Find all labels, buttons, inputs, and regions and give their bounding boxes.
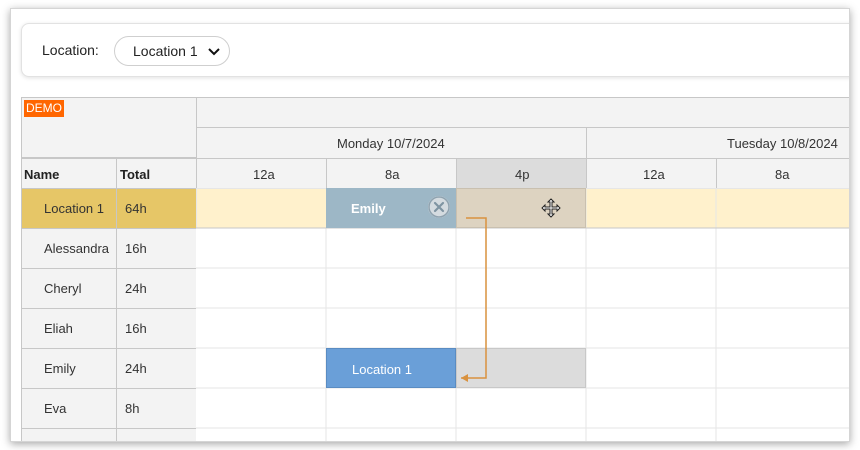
hour-header: 4p bbox=[456, 158, 586, 188]
row-header-name[interactable]: Emily bbox=[21, 348, 116, 388]
hour-header: 8a bbox=[326, 158, 456, 188]
hour-label: 8a bbox=[385, 167, 400, 182]
row-header-name[interactable]: Eva bbox=[21, 388, 116, 428]
day-header: Tuesday 10/8/2024 bbox=[586, 127, 849, 158]
row-header-total: 64h bbox=[116, 188, 196, 228]
drag-shadow-bottom[interactable] bbox=[456, 348, 586, 388]
hour-header: 12a bbox=[196, 158, 326, 188]
hour-label: 4p bbox=[515, 167, 530, 182]
day-label: Monday 10/7/2024 bbox=[337, 136, 445, 151]
event-title: Emily bbox=[351, 201, 386, 216]
move-icon[interactable] bbox=[540, 197, 562, 219]
row-header-name[interactable]: Alessandra bbox=[21, 228, 116, 268]
row-name: Emily bbox=[44, 361, 76, 376]
hour-label: 12a bbox=[643, 167, 665, 182]
location-select-value: Location 1 bbox=[133, 43, 198, 59]
day-label: Tuesday 10/8/2024 bbox=[727, 136, 838, 151]
row-header-total bbox=[116, 428, 196, 441]
row-name: Eva bbox=[44, 401, 67, 416]
scheduler: DEMO Monday 10/7/2024 Tuesday 10/8/2024 … bbox=[21, 97, 849, 441]
row-header-total: 24h bbox=[116, 348, 196, 388]
row-header-total: 24h bbox=[116, 268, 196, 308]
row-name: Location 1 bbox=[44, 201, 104, 216]
row-total: 16h bbox=[125, 321, 147, 336]
row-header-total: 16h bbox=[116, 228, 196, 268]
location-select[interactable]: Location 1 bbox=[114, 36, 230, 66]
column-header-total: Total bbox=[116, 158, 196, 188]
column-header-name: Name bbox=[21, 158, 116, 188]
hour-header: 12a bbox=[586, 158, 716, 188]
close-icon[interactable] bbox=[428, 196, 450, 218]
row-name: Cheryl bbox=[44, 281, 82, 296]
day-header: Monday 10/7/2024 bbox=[196, 127, 586, 158]
row-name: Alessandra bbox=[44, 241, 110, 256]
event-location-1[interactable]: Location 1 bbox=[326, 348, 456, 388]
demo-badge: DEMO bbox=[24, 100, 64, 117]
drag-shadow-top[interactable] bbox=[456, 188, 586, 228]
header-blank bbox=[196, 97, 849, 127]
row-total: 16h bbox=[125, 241, 147, 256]
row-total: 24h bbox=[125, 361, 147, 376]
chevron-down-icon bbox=[208, 48, 220, 56]
row-header-name bbox=[21, 428, 116, 441]
row-total: 8h bbox=[125, 401, 140, 416]
row-total: 24h bbox=[125, 281, 147, 296]
column-header-total-label: Total bbox=[120, 167, 151, 182]
app-window: Location: Location 1 DEMO Monday 10/7/20… bbox=[10, 8, 850, 442]
row-total: 64h bbox=[125, 201, 147, 216]
hour-label: 12a bbox=[253, 167, 275, 182]
row-header-name[interactable]: Location 1 bbox=[21, 188, 116, 228]
row-name: Eliah bbox=[44, 321, 73, 336]
row-header-name[interactable]: Cheryl bbox=[21, 268, 116, 308]
corner: DEMO bbox=[21, 97, 196, 158]
hour-label: 8a bbox=[775, 167, 790, 182]
row-header-total: 8h bbox=[116, 388, 196, 428]
column-header-name-label: Name bbox=[24, 167, 60, 182]
toolbar: Location: Location 1 bbox=[21, 23, 849, 77]
row-header-total: 16h bbox=[116, 308, 196, 348]
event-title: Location 1 bbox=[352, 362, 412, 377]
hour-header: 8a bbox=[716, 158, 849, 188]
location-label: Location: bbox=[42, 42, 99, 58]
row-header-name[interactable]: Eliah bbox=[21, 308, 116, 348]
event-emily[interactable]: Emily bbox=[326, 188, 456, 228]
